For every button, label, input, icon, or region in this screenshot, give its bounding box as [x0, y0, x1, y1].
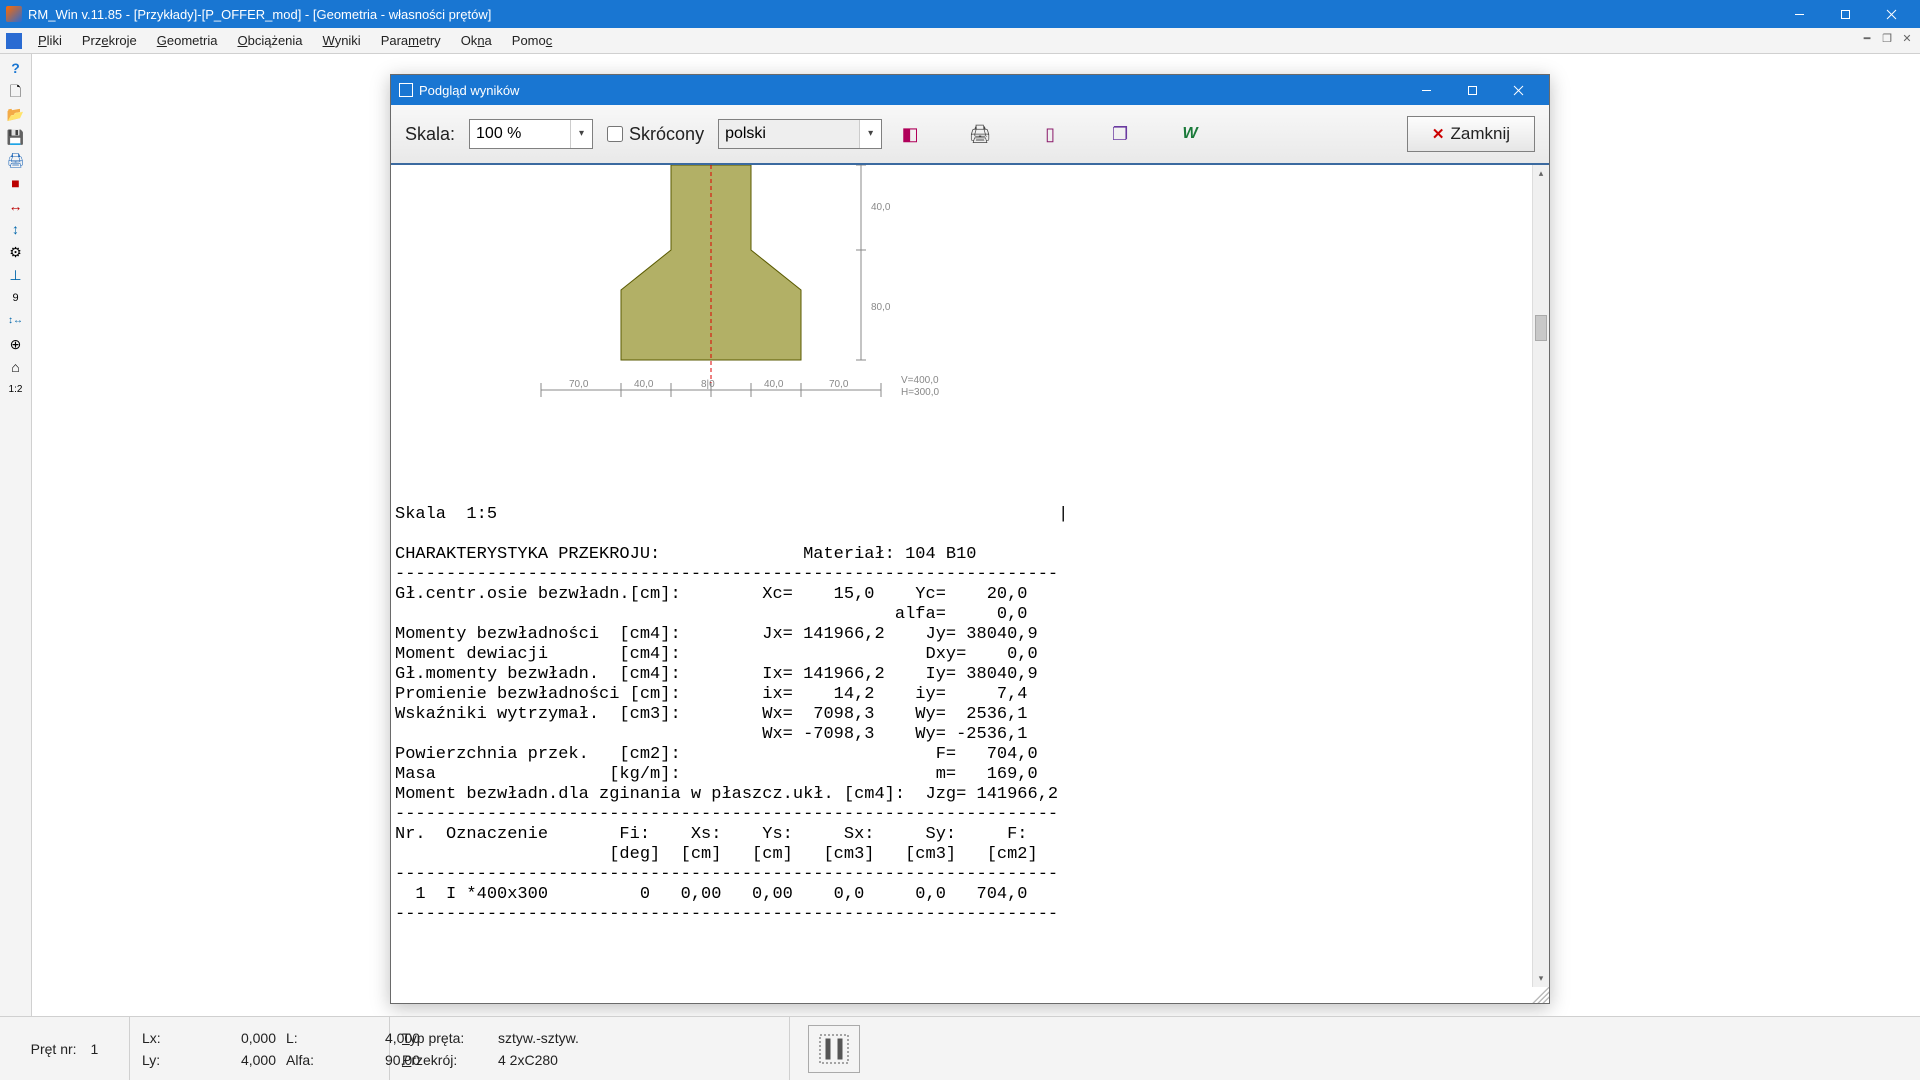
tool-support[interactable]: ⊥: [2, 264, 30, 286]
section-thumbnail[interactable]: [808, 1025, 860, 1073]
dim-b-0: 70,0: [569, 379, 589, 390]
scale-combo[interactable]: ▾: [469, 119, 593, 149]
printer-icon[interactable]: 🖨: [966, 120, 994, 148]
przekroj-label: Przekrój:: [402, 1049, 488, 1071]
typ-value: sztyw.-sztyw.: [498, 1027, 579, 1049]
menu-geometria[interactable]: Geometria: [147, 30, 228, 51]
tool-number[interactable]: 9: [2, 287, 30, 309]
tool-open[interactable]: 📂: [2, 103, 30, 125]
menubar: Pliki Przekroje Geometria Obciążenia Wyn…: [0, 28, 1920, 54]
preview-title: Podgląd wyników: [419, 83, 1403, 98]
tool-scale-1-2[interactable]: 1:2: [2, 379, 30, 401]
tool-print[interactable]: 🖨: [2, 149, 30, 171]
menu-obciazenia[interactable]: Obciążenia: [227, 30, 312, 51]
chevron-down-icon[interactable]: ▾: [570, 120, 592, 148]
menu-pliki-label: liki: [47, 33, 62, 48]
tool-gear[interactable]: ⚙: [2, 241, 30, 263]
short-checkbox-wrap[interactable]: Skrócony: [607, 124, 704, 145]
dim-overall-1: H=300,0: [901, 387, 940, 398]
scroll-thumb[interactable]: [1535, 315, 1547, 341]
preview-window: Podgląd wyników Skala: ▾ Skrócony ▾ ◧ 🖨: [390, 74, 1550, 1004]
vertical-scrollbar[interactable]: ▴ ▾: [1532, 165, 1549, 987]
status-pret: Pręt nr: 1: [0, 1017, 130, 1080]
menu-pliki[interactable]: Pliki: [28, 30, 72, 51]
pret-value: 1: [91, 1041, 99, 1057]
mdi-doc-icon: [6, 33, 22, 49]
preview-window-icon: [399, 83, 413, 97]
menu-pomoc[interactable]: Pomoc: [502, 30, 562, 51]
app-icon: [6, 6, 22, 22]
eraser-icon[interactable]: ◧: [896, 120, 924, 148]
workarea: ? 🗋 📂 💾 🖨 ■ ↔ ↕ ⚙ ⊥ 9 ↕↔ ⊕ ⌂ 1:2 Podgląd…: [0, 54, 1920, 1016]
dim-b-3: 40,0: [764, 379, 784, 390]
mdi-close[interactable]: ✕: [1898, 30, 1916, 46]
close-button[interactable]: [1868, 0, 1914, 28]
copy-icon[interactable]: ❐: [1106, 120, 1134, 148]
cross-section-drawing: 40,0 80,0 70,0: [391, 165, 1532, 465]
language-combo[interactable]: ▾: [718, 119, 882, 149]
l-label: L:: [286, 1027, 350, 1049]
preview-toolbar: Skala: ▾ Skrócony ▾ ◧ 🖨 ▯ ❐ W ✕: [391, 105, 1549, 165]
page-icon[interactable]: ▯: [1036, 120, 1064, 148]
pret-label: Pręt nr:: [31, 1041, 77, 1057]
scroll-down-icon[interactable]: ▾: [1533, 970, 1549, 987]
close-x-icon: ✕: [1432, 125, 1445, 143]
dim-b-4: 70,0: [829, 379, 849, 390]
minimize-button[interactable]: [1776, 0, 1822, 28]
scroll-up-icon[interactable]: ▴: [1533, 165, 1549, 182]
menu-przekroje[interactable]: Przekroje: [72, 30, 147, 51]
scale-label: Skala:: [405, 124, 455, 145]
menu-parametry[interactable]: Parametry: [371, 30, 451, 51]
vertical-toolbar: ? 🗋 📂 💾 🖨 ■ ↔ ↕ ⚙ ⊥ 9 ↕↔ ⊕ ⌂ 1:2: [0, 54, 32, 1016]
tool-horiz-icon[interactable]: ↔: [2, 195, 30, 217]
status-type: Typ pręta: sztyw.-sztyw. Przekrój: 4 2xC…: [390, 1017, 790, 1080]
alfa-label: Alfa:: [286, 1049, 350, 1071]
window-title: RM_Win v.11.85 - [Przykłady]-[P_OFFER_mo…: [28, 7, 1776, 22]
tool-stop[interactable]: ■: [2, 172, 30, 194]
statusbar: Pręt nr: 1 Lx: 0,000 L: 4,000 Ly: 4,000 …: [0, 1016, 1920, 1080]
short-label: Skrócony: [629, 124, 704, 145]
mdi-minimize[interactable]: ━: [1858, 30, 1876, 46]
dim-overall-0: V=400,0: [901, 375, 939, 386]
preview-close[interactable]: [1495, 75, 1541, 105]
typ-label: Typ pręta:: [402, 1027, 488, 1049]
scale-input[interactable]: [470, 120, 570, 148]
preview-titlebar[interactable]: Podgląd wyników: [391, 75, 1549, 105]
tool-target[interactable]: ⊕: [2, 333, 30, 355]
preview-minimize[interactable]: [1403, 75, 1449, 105]
menu-okna[interactable]: Okna: [451, 30, 502, 51]
dim-b-2: 8|0: [701, 379, 715, 390]
tool-vert-icon[interactable]: ↕: [2, 218, 30, 240]
mdi-window-controls: ━ ❐ ✕: [1858, 30, 1916, 46]
resize-grip[interactable]: [1532, 987, 1549, 1003]
dim-right-1: 80,0: [871, 302, 891, 313]
close-preview-label: Zamknij: [1450, 124, 1510, 144]
preview-maximize[interactable]: [1449, 75, 1495, 105]
dim-b-1: 40,0: [634, 379, 654, 390]
short-checkbox[interactable]: [607, 126, 623, 142]
close-preview-button[interactable]: ✕ Zamknij: [1407, 116, 1535, 152]
tool-new[interactable]: 🗋: [2, 80, 30, 102]
chevron-down-icon[interactable]: ▾: [859, 120, 881, 148]
tool-save[interactable]: 💾: [2, 126, 30, 148]
word-icon[interactable]: W: [1176, 120, 1204, 148]
lx-value: 0,000: [216, 1027, 276, 1049]
maximize-button[interactable]: [1822, 0, 1868, 28]
menu-wyniki[interactable]: Wyniki: [313, 30, 371, 51]
report-text: Skala 1:5 | CHARAKTERYSTYKA PRZEKROJU: M…: [395, 505, 1529, 925]
language-input[interactable]: [719, 120, 859, 148]
dim-right-0: 40,0: [871, 202, 891, 213]
lx-label: Lx:: [142, 1027, 206, 1049]
przekroj-value: 4 2xC280: [498, 1049, 558, 1071]
ly-label: Ly:: [142, 1049, 206, 1071]
preview-content: 40,0 80,0 70,0: [391, 165, 1549, 1003]
tool-help[interactable]: ?: [2, 57, 30, 79]
mdi-restore[interactable]: ❐: [1878, 30, 1896, 46]
tool-shape[interactable]: ⌂: [2, 356, 30, 378]
status-dims: Lx: 0,000 L: 4,000 Ly: 4,000 Alfa: 90,00: [130, 1017, 390, 1080]
tool-dimension[interactable]: ↕↔: [2, 310, 30, 332]
main-titlebar: RM_Win v.11.85 - [Przykłady]-[P_OFFER_mo…: [0, 0, 1920, 28]
ly-value: 4,000: [216, 1049, 276, 1071]
